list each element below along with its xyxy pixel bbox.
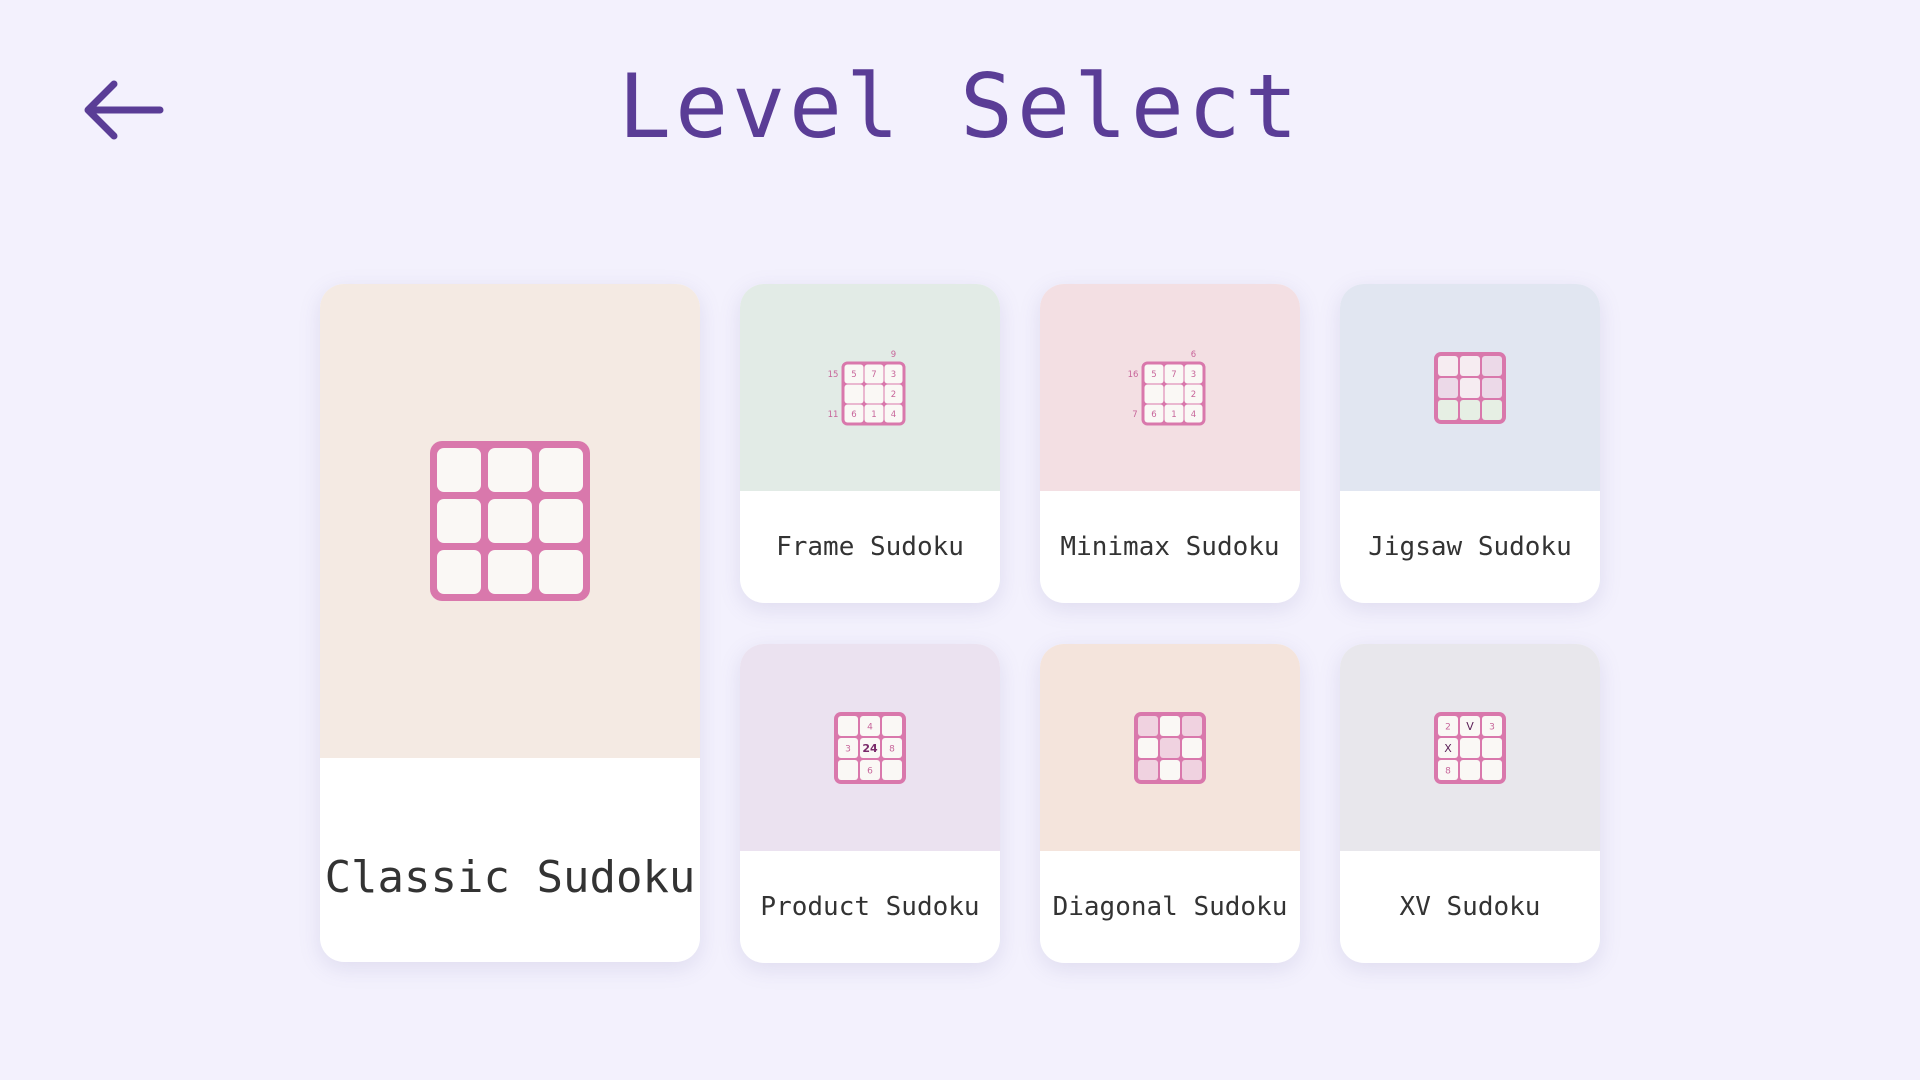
page-title: Level Select (618, 55, 1302, 158)
card-art: 5 7 3 2 6 1 4 16 7 6 (1040, 284, 1300, 491)
cell-value: 1 (871, 410, 876, 420)
cell-value: 3 (1489, 722, 1495, 732)
card-art (1340, 284, 1600, 491)
level-label: Jigsaw Sudoku (1368, 532, 1572, 562)
cell-value: 2 (1445, 722, 1451, 732)
level-card-xv-sudoku[interactable]: 2 3 8 V X XV Sudoku (1340, 644, 1600, 963)
card-art (1040, 644, 1300, 851)
cell-value: 5 (851, 370, 856, 380)
cell-value: 7 (871, 370, 876, 380)
cell-value: 3 (891, 370, 896, 380)
grid-icon (430, 441, 590, 601)
cell-value: 2 (891, 390, 896, 400)
cell-value: 4 (1191, 410, 1196, 420)
minimax-grid-icon: 5 7 3 2 6 1 4 16 7 6 (1128, 350, 1206, 425)
level-label: Classic Sudoku (324, 851, 696, 903)
xv-clue-x: X (1444, 742, 1452, 755)
level-card-classic-sudoku[interactable]: Classic Sudoku (320, 284, 700, 962)
card-art: 2 3 8 V X (1340, 644, 1600, 851)
level-card-jigsaw-sudoku[interactable]: Jigsaw Sudoku (1340, 284, 1600, 603)
frame-clue: 7 (1132, 410, 1137, 420)
level-card-diagonal-sudoku[interactable]: Diagonal Sudoku (1040, 644, 1300, 963)
level-label: Diagonal Sudoku (1052, 892, 1288, 922)
product-clue: 24 (862, 742, 878, 755)
cell-value: 6 (851, 410, 856, 420)
cell-value: 8 (1445, 766, 1451, 776)
cell-value: 6 (867, 766, 873, 776)
cell-value: 1 (1171, 410, 1176, 420)
cell-value: 6 (1151, 410, 1156, 420)
level-label: XV Sudoku (1399, 892, 1541, 922)
card-art: 5 7 3 2 6 1 4 15 11 9 (740, 284, 1000, 491)
cell-value: 7 (1171, 370, 1176, 380)
level-card-minimax-sudoku[interactable]: 5 7 3 2 6 1 4 16 7 6 Minimax Sudoku (1040, 284, 1300, 603)
level-label: Frame Sudoku (776, 532, 964, 562)
frame-clue: 16 (1128, 370, 1139, 380)
product-grid-icon: 4 3 8 6 24 (834, 711, 906, 784)
level-label: Product Sudoku (760, 892, 980, 922)
cell-value: 8 (889, 744, 895, 754)
jigsaw-grid-icon (1434, 351, 1506, 424)
xv-clue-v: V (1466, 720, 1474, 733)
diagonal-grid-icon (1134, 711, 1206, 784)
frame-clue: 6 (1191, 350, 1196, 360)
frame-clue: 15 (828, 370, 839, 380)
frame-clue: 9 (891, 350, 896, 360)
frame-grid-icon: 5 7 3 2 6 1 4 15 11 9 (828, 350, 906, 425)
cell-value: 5 (1151, 370, 1156, 380)
cell-value: 3 (1191, 370, 1196, 380)
level-card-frame-sudoku[interactable]: 5 7 3 2 6 1 4 15 11 9 Frame Sudoku (740, 284, 1000, 603)
card-art (320, 284, 700, 758)
cell-value: 4 (891, 410, 896, 420)
frame-clue: 11 (828, 410, 839, 420)
card-art: 4 3 8 6 24 (740, 644, 1000, 851)
cell-value: 3 (845, 744, 851, 754)
level-label: Minimax Sudoku (1060, 532, 1280, 562)
level-card-product-sudoku[interactable]: 4 3 8 6 24 Product Sudoku (740, 644, 1000, 963)
xv-grid-icon: 2 3 8 V X (1434, 711, 1506, 784)
cell-value: 2 (1191, 390, 1196, 400)
cell-value: 4 (867, 722, 873, 732)
